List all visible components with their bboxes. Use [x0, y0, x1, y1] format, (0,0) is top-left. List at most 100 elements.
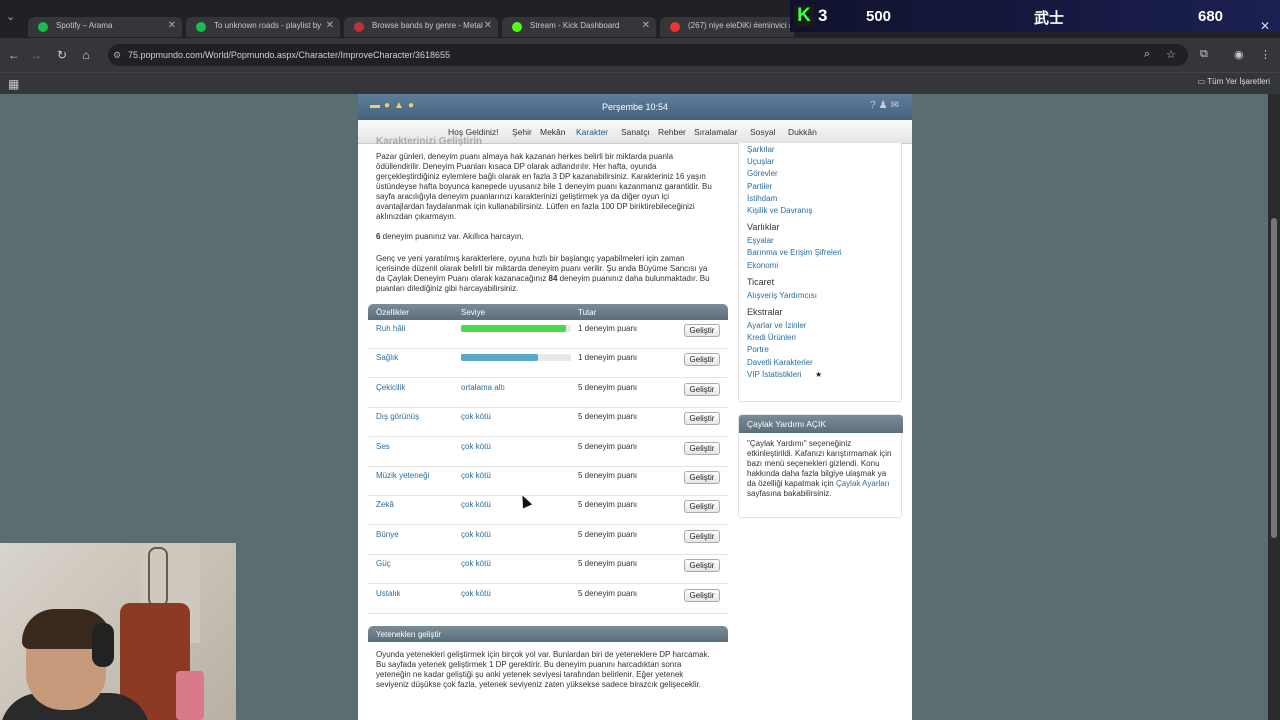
- improve-button[interactable]: Geliştir: [684, 529, 720, 543]
- youtube-icon: [670, 22, 680, 32]
- close-icon[interactable]: ✕: [484, 20, 492, 31]
- close-icon[interactable]: ✕: [642, 20, 650, 31]
- stream-overlay: K 3 500 武士 680: [790, 0, 1280, 32]
- close-icon[interactable]: ✕: [326, 20, 334, 31]
- sidebar-link[interactable]: Partiler: [747, 182, 772, 191]
- all-bookmarks-link[interactable]: ▭ Tüm Yer İşaretleri: [1198, 77, 1270, 86]
- menu-item-locale[interactable]: Mekân: [540, 127, 566, 137]
- sidebar-heading-trade: Ticaret: [747, 276, 775, 287]
- sidebar-link[interactable]: Alışveriş Yardımcısı: [747, 291, 817, 300]
- window-close-icon[interactable]: ✕: [1260, 19, 1270, 33]
- sidebar-link[interactable]: VIP İstatistikleri: [747, 370, 802, 379]
- sidebar-link[interactable]: Eşyalar: [747, 236, 774, 245]
- menu-item-guide[interactable]: Rehber: [658, 127, 686, 137]
- address-bar-row: ← → ↻ ⌂ 75.popmundo.com/World/Popmundo.a…: [0, 38, 1280, 72]
- attribute-row: Ustalık çok kötü 5 deneyim puanı Geliştir: [368, 585, 728, 614]
- attribute-cost: 5 deneyim puanı: [578, 471, 638, 480]
- sidebar-link[interactable]: Davetli Karakterler: [747, 358, 813, 367]
- attribute-name[interactable]: Ses: [376, 442, 390, 451]
- site-info-icon[interactable]: ⚙: [113, 50, 121, 61]
- attribute-row: Sağlık 1 deneyim puanı Geliştir: [368, 349, 728, 379]
- attribute-name[interactable]: Ustalık: [376, 589, 400, 598]
- bookmark-star-icon[interactable]: ☆: [1166, 48, 1176, 61]
- sidebar-link[interactable]: Ayarlar ve İzinler: [747, 321, 806, 330]
- tab-kick-dashboard[interactable]: Stream - Kick Dashboard ✕: [502, 17, 656, 37]
- forward-icon[interactable]: →: [28, 48, 44, 62]
- attribute-progress-fill: [461, 325, 566, 332]
- overlay-number-1: 500: [866, 8, 892, 25]
- attribute-name[interactable]: Bünye: [376, 530, 399, 539]
- hint-text-2: sayfasına bakabilirsiniz.: [747, 489, 832, 498]
- improve-button[interactable]: Geliştir: [684, 588, 720, 602]
- attributes-table-header: Özellikler Seviye Tutar: [368, 304, 728, 320]
- tab-youtube[interactable]: (267) niye eleDiKi #eminvici #: [660, 17, 794, 37]
- attribute-row: Çekicilik ortalama altı 5 deneyim puanı Gel…: [368, 379, 728, 408]
- attribute-row: Dış görünüş çok kötü 5 deneyim puanı Gelişt…: [368, 408, 728, 438]
- sidebar-link[interactable]: Barınma ve Erişim Şifreleri: [747, 248, 842, 257]
- sidebar-link[interactable]: İstihdam: [747, 194, 777, 203]
- scrollbar-thumb[interactable]: [1271, 218, 1277, 538]
- sidebar-link[interactable]: Ekonomi: [747, 261, 778, 270]
- profile-icon[interactable]: ◉: [1234, 48, 1244, 61]
- improve-button[interactable]: Geliştir: [684, 353, 720, 367]
- improve-button[interactable]: Geliştir: [684, 412, 720, 426]
- attribute-name[interactable]: Müzik yeteneği: [376, 471, 429, 480]
- improve-button[interactable]: Geliştir: [684, 500, 720, 514]
- menu-item-artist[interactable]: Sanatçı: [621, 127, 650, 137]
- kick-logo: K: [794, 5, 814, 27]
- tab-playlist[interactable]: To unknown roads - playlist by ✕: [186, 17, 340, 37]
- points-info: 6 deneyim puanınız var. Akıllıca harcayı…: [376, 232, 716, 242]
- webcam-headset: [92, 623, 114, 667]
- rookie-help-heading: Çaylak Yardımı AÇIK: [739, 415, 903, 433]
- intro-paragraph: Pazar günleri, deneyim puanı almaya hak …: [376, 152, 712, 221]
- tab-label: Browse bands by genre - Metal: [372, 21, 483, 30]
- sidebar-link[interactable]: Uçuşlar: [747, 157, 774, 166]
- rookie-settings-link[interactable]: Çaylak Ayarları: [836, 479, 890, 488]
- sidebar-link[interactable]: Kişilik ve Davranış: [747, 206, 812, 215]
- improve-button[interactable]: Geliştir: [684, 559, 720, 573]
- attribute-cost: 5 deneyim puanı: [578, 412, 638, 422]
- page-scrollbar[interactable]: [1268, 94, 1280, 720]
- attribute-name[interactable]: Ruh hâli: [376, 324, 405, 333]
- apps-grid-icon[interactable]: ▦: [8, 77, 19, 91]
- sidebar-link[interactable]: Kredi Ürünleri: [747, 333, 796, 342]
- menu-item-social[interactable]: Sosyal: [750, 127, 776, 137]
- attribute-name[interactable]: Zekâ: [376, 500, 394, 509]
- help-icons[interactable]: ?♟✉: [870, 100, 902, 111]
- extensions-icon[interactable]: ⧉: [1200, 48, 1208, 61]
- attribute-name[interactable]: Çekicilik: [376, 383, 405, 392]
- zoom-icon[interactable]: ⌕: [1144, 48, 1150, 61]
- improve-button[interactable]: Geliştir: [684, 441, 720, 455]
- menu-item-city[interactable]: Şehir: [512, 127, 532, 137]
- tab-metal-archives[interactable]: Browse bands by genre - Metal ✕: [344, 17, 498, 37]
- rookie-help-box: Çaylak Yardımı AÇIK "Çaylak Yardımı" seç…: [738, 414, 903, 518]
- sidebar-heading-assets: Varlıklar: [747, 222, 780, 233]
- close-icon[interactable]: ✕: [168, 20, 176, 31]
- attribute-name[interactable]: Güç: [376, 559, 391, 568]
- sidebar-link[interactable]: Portre: [747, 345, 769, 354]
- home-icon[interactable]: ⌂: [78, 48, 94, 62]
- url-field[interactable]: 75.popmundo.com/World/Popmundo.aspx/Char…: [108, 44, 1188, 66]
- menu-icon[interactable]: ⋮: [1260, 48, 1271, 61]
- menu-item-rankings[interactable]: Sıralamalar: [694, 127, 737, 137]
- attribute-row: Ruh hâli 1 deneyim puanı Geliştir: [368, 320, 728, 349]
- menu-item-shop[interactable]: Dukkân: [788, 127, 817, 137]
- kick-icon: [512, 22, 522, 32]
- improve-button[interactable]: Geliştir: [684, 471, 720, 484]
- improve-button[interactable]: Geliştir: [684, 324, 720, 337]
- tab-label: (267) niye eleDiKi #eminvici #: [688, 21, 794, 30]
- sidebar-link[interactable]: Görevler: [747, 169, 778, 178]
- attribute-name[interactable]: Sağlık: [376, 353, 398, 362]
- menu-item-character[interactable]: Karakter: [576, 127, 608, 137]
- sidebar-link[interactable]: Şarkılar: [747, 145, 775, 154]
- attribute-level: çok kötü: [461, 412, 491, 422]
- back-icon[interactable]: ←: [6, 48, 22, 62]
- tab-label: Stream - Kick Dashboard: [530, 21, 620, 30]
- reload-icon[interactable]: ↻: [54, 48, 70, 62]
- tab-spotify[interactable]: Spotify – Arama ✕: [28, 17, 182, 37]
- attribute-cost: 5 deneyim puanı: [578, 382, 638, 392]
- attribute-name[interactable]: Dış görünüş: [376, 412, 419, 421]
- tab-search-icon[interactable]: ⌄: [6, 10, 22, 26]
- webcam-overlay: [0, 543, 236, 720]
- improve-button[interactable]: Geliştir: [684, 382, 720, 396]
